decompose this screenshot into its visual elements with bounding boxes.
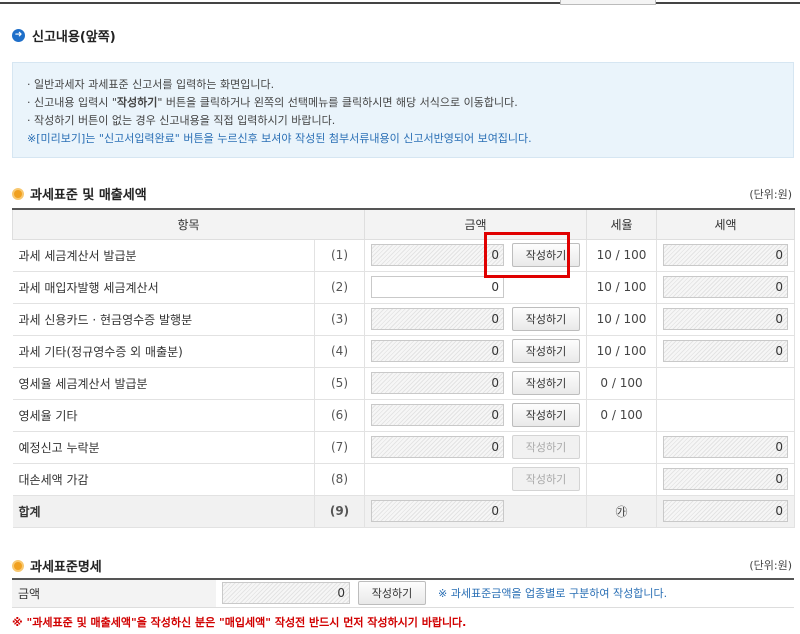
table-row: 금액 0 작성하기 ※ 과세표준금액을 업종별로 구분하여 작성합니다.: [12, 578, 794, 608]
notice-line-4: ※[미리보기]는 "신고서입력완료" 버튼을 누르신후 보셔야 작성된 첨부서류…: [27, 132, 532, 145]
bullet-icon: [12, 559, 24, 572]
highlight-box: [484, 232, 570, 278]
notice-line-2: · 신고내용 입력시 "작성하기" 버튼을 클릭하거나 왼쪽의 선택메뉴를 클릭…: [27, 96, 518, 109]
arrow-right-icon: ➜: [12, 29, 25, 42]
amount-field[interactable]: 0: [371, 372, 504, 394]
tax-field[interactable]: 0: [663, 340, 788, 362]
bullet-icon: [12, 187, 24, 200]
tax-field[interactable]: 0: [663, 436, 788, 458]
top-bar: [0, 0, 800, 10]
top-tab[interactable]: [560, 0, 656, 5]
unit-label: (단위:원): [749, 559, 792, 572]
detail-amount-field[interactable]: 0: [222, 582, 350, 605]
unit-label: (단위:원): [749, 188, 792, 201]
detail-note: ※ 과세표준금액을 업종별로 구분하여 작성합니다.: [438, 587, 668, 601]
header-item: 항목: [12, 208, 365, 240]
table-row: 과세 세금계산서 발급분 (1) 0 작성하기 10 / 100 0: [12, 239, 795, 272]
tax-field[interactable]: 0: [663, 276, 788, 298]
write-button[interactable]: 작성하기: [512, 403, 580, 427]
amount-field[interactable]: 0: [371, 436, 504, 458]
notice-line-1: · 일반과세자 과세표준 신고서를 입력하는 화면입니다.: [27, 78, 275, 91]
table-row: 과세 기타(정규영수증 외 매출분) (4) 0 작성하기 10 / 100 0: [12, 335, 795, 368]
table-row: 예정신고 누락분 (7) 0 작성하기 0: [12, 431, 795, 464]
header-tax: 세액: [656, 208, 795, 240]
tax-field[interactable]: 0: [663, 468, 788, 490]
table-row: 대손세액 가감 (8) 작성하기 0: [12, 463, 795, 496]
amount-field[interactable]: 0: [371, 340, 504, 362]
write-button-disabled[interactable]: 작성하기: [512, 467, 580, 491]
table-row-total: 합계 (9) 0 ㉮ 0: [12, 495, 795, 528]
write-button-disabled[interactable]: 작성하기: [512, 435, 580, 459]
header-rate: 세율: [586, 208, 657, 240]
tax-field[interactable]: 0: [663, 244, 788, 266]
amount-field[interactable]: 0: [371, 404, 504, 426]
write-button[interactable]: 작성하기: [512, 307, 580, 331]
table-row: 영세율 기타 (6) 0 작성하기 0 / 100: [12, 399, 795, 432]
section-title-tax-base: 과세표준 및 매출세액: [12, 184, 147, 203]
amount-input[interactable]: 0: [371, 276, 504, 298]
notice-box: · 일반과세자 과세표준 신고서를 입력하는 화면입니다. · 신고내용 입력시…: [12, 62, 794, 158]
write-button[interactable]: 작성하기: [512, 371, 580, 395]
write-button[interactable]: 작성하기: [512, 339, 580, 363]
top-divider: [0, 2, 800, 4]
tax-base-detail-table: 금액 0 작성하기 ※ 과세표준금액을 업종별로 구분하여 작성합니다.: [12, 578, 794, 608]
section-title-report: ➜ 신고내용(앞쪽): [12, 26, 116, 45]
table-row: 영세율 세금계산서 발급분 (5) 0 작성하기 0 / 100: [12, 367, 795, 400]
total-amount-field: 0: [371, 500, 504, 522]
total-tax-field: 0: [663, 500, 788, 522]
notice-line-3: · 작성하기 버튼이 없는 경우 신고내용을 직접 입력하시기 바랍니다.: [27, 114, 336, 127]
table-row: 과세 신용카드 · 현금영수증 발행분 (3) 0 작성하기 10 / 100 0: [12, 303, 795, 336]
table-row: 과세 매입자발행 세금계산서 (2) 0 10 / 100 0: [12, 271, 795, 304]
amount-field[interactable]: 0: [371, 308, 504, 330]
tax-base-table: 항목 금액 세율 세액 과세 세금계산서 발급분 (1) 0 작성하기 10 / …: [12, 208, 795, 528]
detail-write-button[interactable]: 작성하기: [358, 581, 426, 606]
tax-field[interactable]: 0: [663, 308, 788, 330]
section-title-tax-base-detail: 과세표준명세: [12, 556, 102, 575]
warning-text: ※ "과세표준 및 매출세액"을 작성하신 분은 "매입세액" 작성전 반드시 …: [12, 616, 467, 629]
